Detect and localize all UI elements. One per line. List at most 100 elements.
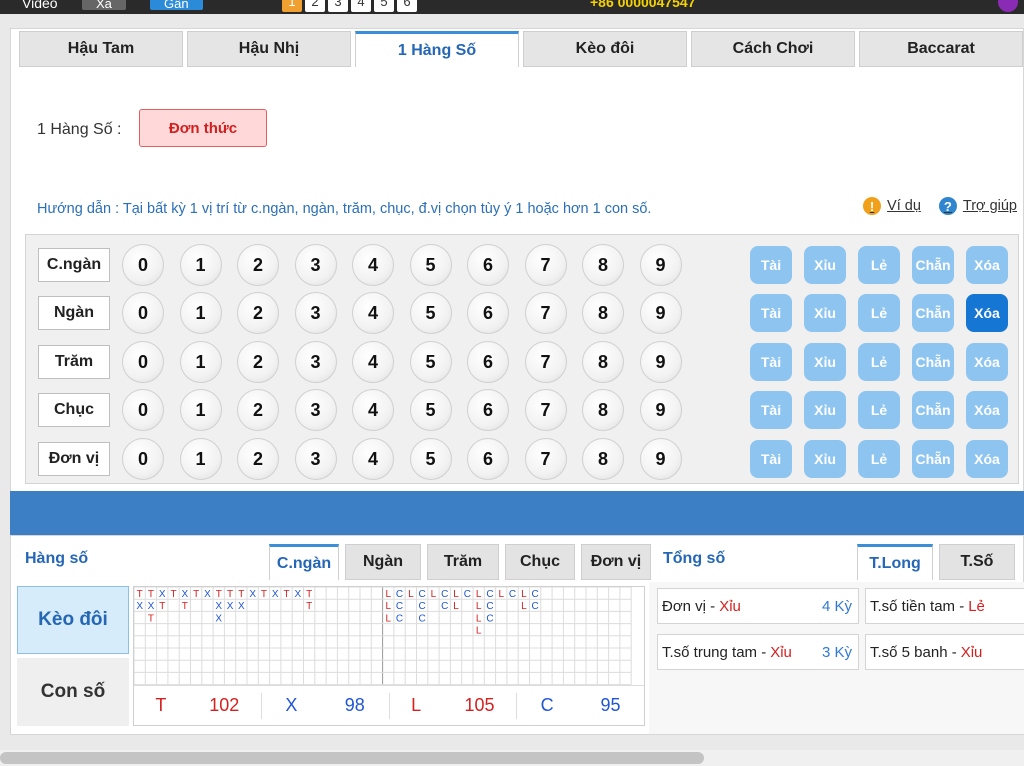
help-link[interactable]: ? Trợ giúp <box>938 197 1017 215</box>
digit-ball[interactable]: 7 <box>524 389 567 431</box>
quick-action-button[interactable]: Xỉu <box>804 391 846 429</box>
digit-ball[interactable]: 8 <box>582 292 624 334</box>
quick-action-button[interactable]: Xóa <box>966 343 1008 381</box>
digit-ball[interactable]: 1 <box>179 292 222 334</box>
quick-action-button[interactable]: Lẻ <box>858 294 900 332</box>
digit-ball[interactable]: 9 <box>639 341 682 383</box>
digit-ball[interactable]: 0 <box>122 292 164 334</box>
example-link[interactable]: ! Ví dụ <box>863 197 921 215</box>
digit-ball[interactable]: 2 <box>237 389 279 431</box>
digit-ball[interactable]: 3 <box>294 244 337 286</box>
don-thuc-button[interactable]: Đơn thức <box>139 109 267 147</box>
quick-action-button[interactable]: Lẻ <box>858 343 900 381</box>
quick-action-button[interactable]: Xỉu <box>804 294 846 332</box>
quick-action-button[interactable]: Tài <box>750 294 792 332</box>
digit-ball[interactable]: 4 <box>352 389 394 431</box>
quick-action-button[interactable]: Xóa <box>966 391 1008 429</box>
digit-ball[interactable]: 4 <box>352 244 394 286</box>
digit-ball[interactable]: 7 <box>524 292 567 334</box>
digit-ball[interactable]: 4 <box>352 438 394 480</box>
digit-ball[interactable]: 7 <box>524 341 567 383</box>
quick-action-button[interactable]: Tài <box>750 440 792 478</box>
quick-action-button[interactable]: Chẵn <box>912 391 954 429</box>
digit-ball[interactable]: 0 <box>122 244 164 286</box>
tab-hau-nhi[interactable]: Hậu Nhị <box>187 31 351 67</box>
quick-action-button[interactable]: Xóa <box>966 294 1008 332</box>
quick-action-button[interactable]: Chẵn <box>912 246 954 284</box>
digit-ball[interactable]: 6 <box>467 292 509 334</box>
digit-ball[interactable]: 3 <box>294 292 337 334</box>
digit-ball[interactable]: 6 <box>467 389 509 431</box>
digit-ball[interactable]: 2 <box>237 341 279 383</box>
quick-action-button[interactable]: Lẻ <box>858 440 900 478</box>
quick-action-button[interactable]: Xỉu <box>804 343 846 381</box>
quick-action-button[interactable]: Xóa <box>966 440 1008 478</box>
digit-ball[interactable]: 8 <box>582 341 624 383</box>
con-so-button[interactable]: Con số <box>17 658 129 726</box>
tab-c-ngan[interactable]: C.ngàn <box>269 544 339 580</box>
digit-ball[interactable]: 5 <box>409 389 452 431</box>
digit-ball[interactable]: 9 <box>639 389 682 431</box>
digit-ball[interactable]: 7 <box>524 244 567 286</box>
tab-ngan[interactable]: Ngàn <box>345 544 421 580</box>
user-icon[interactable] <box>998 0 1018 12</box>
tab-chuc[interactable]: Chục <box>505 544 575 580</box>
digit-ball[interactable]: 3 <box>294 438 337 480</box>
digit-ball[interactable]: 0 <box>122 438 164 480</box>
xa-button[interactable]: Xa <box>82 0 126 11</box>
quick-action-button[interactable]: Tài <box>750 246 792 284</box>
digit-ball[interactable]: 8 <box>582 244 624 286</box>
digit-ball[interactable]: 3 <box>294 389 337 431</box>
tab-keo-doi[interactable]: Kèo đôi <box>523 31 687 67</box>
quick-action-button[interactable]: Chẵn <box>912 294 954 332</box>
tab-t-long[interactable]: T.Long <box>857 544 933 580</box>
quick-action-button[interactable]: Xóa <box>966 246 1008 284</box>
digit-ball[interactable]: 2 <box>237 292 279 334</box>
quick-action-button[interactable]: Lẻ <box>858 391 900 429</box>
digit-ball[interactable]: 1 <box>179 341 222 383</box>
digit-ball[interactable]: 5 <box>409 341 452 383</box>
digit-ball[interactable]: 8 <box>582 438 624 480</box>
digit-ball[interactable]: 5 <box>409 438 452 480</box>
tally-bar: T 102 X 98 L 105 C 95 <box>134 685 644 725</box>
digit-ball[interactable]: 6 <box>467 341 509 383</box>
horizontal-scrollbar[interactable] <box>0 750 1024 766</box>
digit-ball[interactable]: 6 <box>467 438 509 480</box>
quick-action-button[interactable]: Lẻ <box>858 246 900 284</box>
digit-ball[interactable]: 4 <box>352 341 394 383</box>
digit-ball[interactable]: 1 <box>179 389 222 431</box>
digit-ball[interactable]: 4 <box>352 292 394 334</box>
gan-button[interactable]: Gần <box>150 0 203 11</box>
digit-ball[interactable]: 2 <box>237 244 279 286</box>
digit-ball[interactable]: 2 <box>237 438 279 480</box>
tab-cach-choi[interactable]: Cách Chơi <box>691 31 855 67</box>
digit-ball[interactable]: 9 <box>639 292 682 334</box>
quick-action-button[interactable]: Tài <box>750 391 792 429</box>
digit-ball[interactable]: 3 <box>294 341 337 383</box>
quick-actions: Tài Xỉu Lẻ Chẵn Xóa <box>750 294 1008 332</box>
quick-action-button[interactable]: Xỉu <box>804 246 846 284</box>
tab-don-vi[interactable]: Đơn vị <box>581 544 651 580</box>
digit-ball[interactable]: 1 <box>179 438 222 480</box>
tab-tram[interactable]: Trăm <box>427 544 499 580</box>
tab-t-so[interactable]: T.Số <box>939 544 1015 580</box>
digit-ball[interactable]: 5 <box>409 244 452 286</box>
quick-action-button[interactable]: Tài <box>750 343 792 381</box>
keo-doi-button[interactable]: Kèo đôi <box>17 586 129 654</box>
digit-ball[interactable]: 7 <box>524 438 567 480</box>
digit-ball[interactable]: 1 <box>179 244 222 286</box>
tab-hau-tam[interactable]: Hậu Tam <box>19 31 183 67</box>
digit-ball[interactable]: 9 <box>639 244 682 286</box>
digit-ball[interactable]: 0 <box>122 389 164 431</box>
quick-action-button[interactable]: Chẵn <box>912 343 954 381</box>
tab-baccarat[interactable]: Baccarat <box>859 31 1023 67</box>
digit-ball[interactable]: 9 <box>639 438 682 480</box>
tab-1-hang-so[interactable]: 1 Hàng Số <box>355 31 519 67</box>
scrollbar-thumb[interactable] <box>0 752 704 764</box>
quick-action-button[interactable]: Xỉu <box>804 440 846 478</box>
digit-ball[interactable]: 0 <box>122 341 164 383</box>
quick-action-button[interactable]: Chẵn <box>912 440 954 478</box>
digit-ball[interactable]: 6 <box>467 244 509 286</box>
digit-ball[interactable]: 8 <box>582 389 624 431</box>
digit-ball[interactable]: 5 <box>409 292 452 334</box>
